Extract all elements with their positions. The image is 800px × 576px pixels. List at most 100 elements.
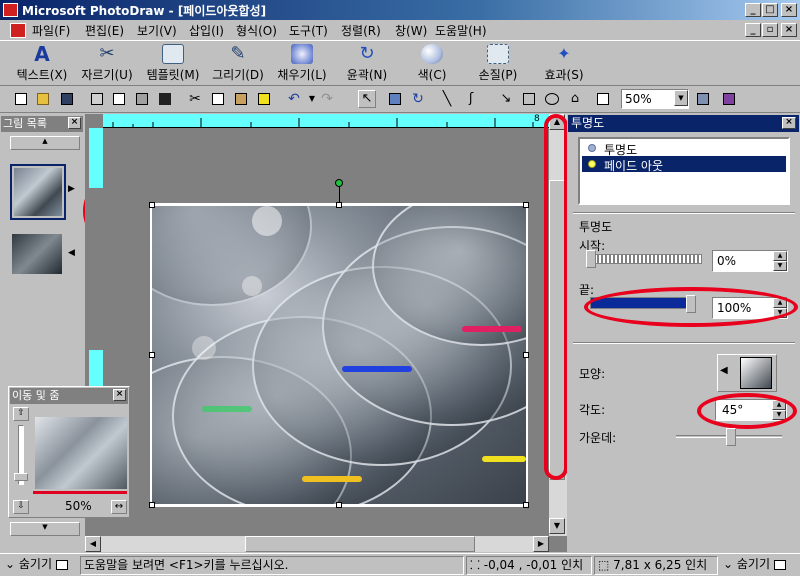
touchup-button[interactable]: 손질(P) [474,43,522,85]
ellipse-tool-button[interactable] [543,90,561,108]
outline-button[interactable]: ↻ 윤곽(N) [342,43,392,85]
center-slider-thumb[interactable] [726,428,736,446]
horizontal-scrollbar[interactable]: ◀ ▶ [85,536,549,552]
scroll-right-icon[interactable]: ▶ [533,536,549,552]
line-tool-button[interactable]: ╲ [438,90,456,108]
document-icon[interactable] [10,23,26,38]
scroll-left-icon[interactable]: ◀ [85,536,101,552]
start-spin-up[interactable]: ▲ [773,251,787,261]
minimize-button[interactable]: _ [745,3,761,17]
shape-selector[interactable]: ◀ [717,354,777,392]
picture-list-scroll-up[interactable]: ▲ [10,136,80,150]
color-button[interactable]: 색(C) [410,43,454,85]
camera-button[interactable] [156,90,174,108]
menu-format[interactable]: 형식(O) [236,22,277,39]
resize-handle-s[interactable] [336,502,342,508]
menu-window[interactable]: 창(W) [395,22,427,39]
menu-arrange[interactable]: 정렬(R) [341,22,381,39]
rotate-button[interactable]: ↻ [409,90,427,108]
zoom-fit-button[interactable] [694,90,712,108]
fit-to-window-icon[interactable]: ↔ [111,500,127,514]
resize-handle-sw[interactable] [149,502,155,508]
doc-minimize-button[interactable]: _ [745,23,761,37]
navigator-panel: 이동 및 줌 × ⇧ 50% ⇩ ↔ [8,386,130,518]
rotation-handle[interactable] [335,179,343,187]
effects-button[interactable]: ✦ 효과(S) [540,43,588,85]
help-book-button[interactable] [720,90,738,108]
resize-handle-n[interactable] [336,202,342,208]
draw-button[interactable]: ✎ 그리기(D) [209,43,267,85]
undo-button[interactable]: ↶ [285,90,303,108]
cut-button[interactable]: ✂ [186,90,204,108]
undo-icon: ↶ [288,91,300,107]
close-button[interactable]: × [781,3,797,17]
save-button[interactable] [58,90,76,108]
open-button[interactable] [34,90,52,108]
menu-help[interactable]: 도움말(H) [435,22,487,39]
navigator-preview[interactable] [35,417,127,489]
app-icon[interactable] [3,3,18,17]
doc-restore-button[interactable]: ▫ [762,23,778,37]
text-box-button[interactable] [594,90,612,108]
start-value-input[interactable]: 0% ▲ ▼ [712,250,788,272]
start-slider-thumb[interactable] [586,250,596,268]
zoom-out-icon[interactable]: ⇩ [13,500,29,514]
resize-handle-nw[interactable] [149,202,155,208]
fill-button[interactable]: 채우기(L) [273,43,331,85]
line-icon: ╲ [442,91,452,107]
maximize-button[interactable]: □ [762,3,778,17]
scroll-down-icon[interactable]: ▼ [549,518,565,534]
menu-file[interactable]: 파일(F) [32,22,70,39]
transparency-bullet-icon [588,144,596,152]
horizontal-scroll-thumb[interactable] [245,536,475,552]
transparency-close-button[interactable]: × [782,117,796,129]
hide-right-button[interactable]: ⌄ 숨기기 [720,556,798,575]
curve-tool-button[interactable]: ʃ [462,90,480,108]
arrow-tool-button[interactable]: ↘ [497,90,515,108]
cd-photo-image[interactable] [152,206,526,504]
text-button[interactable]: A 텍스트(X) [12,43,72,85]
zoom-select[interactable]: 50% ▼ [621,89,689,109]
picture-thumb-selected[interactable] [10,164,66,220]
shape-prev-icon[interactable]: ◀ [720,365,728,376]
zoom-in-icon[interactable]: ⇧ [13,407,29,421]
list-item-fade-out[interactable]: 페이드 아웃 [582,156,786,173]
zoom-slider-thumb[interactable] [14,473,28,481]
zoom-dropdown-icon[interactable]: ▼ [674,90,688,106]
redo-button[interactable]: ↷ [318,90,336,108]
format-painter-button[interactable] [255,90,273,108]
picture-list-scroll-down[interactable]: ▼ [10,522,80,536]
navigator-close-button[interactable]: × [113,389,126,401]
hide-left-button[interactable]: ⌄ 숨기기 [2,556,80,575]
picture-list-close-button[interactable]: × [68,117,81,129]
picture-thumb-2[interactable] [12,234,62,274]
transparency-type-list[interactable]: 투명도 페이드 아웃 [578,137,790,205]
resize-handle-se[interactable] [523,502,529,508]
crop-button[interactable]: ✂ 자르기(U) [78,43,136,85]
scan-button[interactable] [133,90,151,108]
list-item-transparency[interactable]: 투명도 [582,140,786,157]
pointer-tool-button[interactable]: ↖ [358,90,376,108]
print-button[interactable] [88,90,106,108]
print-preview-button[interactable] [110,90,128,108]
resize-handle-ne[interactable] [523,202,529,208]
menu-tools[interactable]: 도구(T) [289,22,328,39]
highlight-circle-angle [697,393,797,429]
menu-insert[interactable]: 삽입(I) [189,22,224,39]
group-button[interactable] [386,90,404,108]
resize-handle-w[interactable] [149,352,155,358]
rectangle-tool-button[interactable] [520,90,538,108]
start-spin-down[interactable]: ▼ [773,261,787,271]
menu-view[interactable]: 보기(V) [137,22,177,39]
thumb-arrow-icon-2[interactable]: ◀ [68,248,75,258]
menu-edit[interactable]: 편집(E) [85,22,124,39]
new-button[interactable] [12,90,30,108]
doc-close-button[interactable]: × [781,23,797,37]
copy-button[interactable] [209,90,227,108]
start-slider-track[interactable] [586,254,702,264]
thumb-arrow-icon[interactable]: ▶ [68,184,75,194]
paste-button[interactable] [232,90,250,108]
resize-handle-e[interactable] [523,352,529,358]
template-button[interactable]: 템플릿(M) [142,43,204,85]
shape-tool-button[interactable]: ⌂ [566,90,584,108]
